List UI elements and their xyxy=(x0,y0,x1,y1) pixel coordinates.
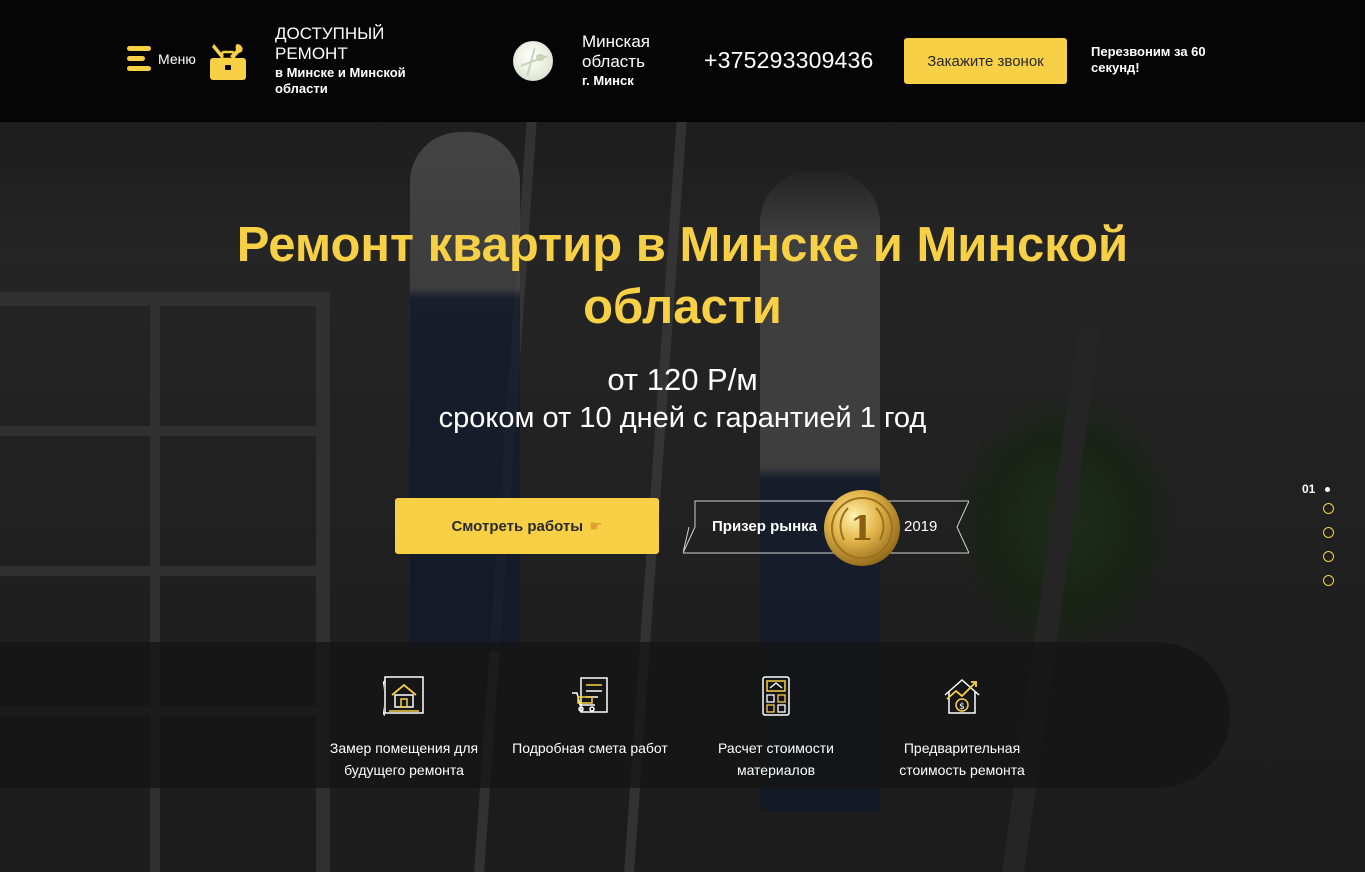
toolbox-logo-icon[interactable] xyxy=(208,42,248,82)
current-slide-number: 01 xyxy=(1302,482,1316,496)
medal-number: 1 xyxy=(850,509,874,549)
menu-label: Меню xyxy=(158,51,196,67)
gold-medal-icon: 1 xyxy=(824,490,900,566)
logo-title-line2: РЕМОНТ xyxy=(275,44,348,63)
region-map-icon xyxy=(513,41,553,81)
feature-label: Расчет стоимости материалов xyxy=(718,740,834,778)
award-year: 2019 xyxy=(904,518,938,535)
burger-menu-icon xyxy=(127,46,151,72)
pager-dot-5[interactable] xyxy=(1323,575,1334,586)
order-call-button[interactable]: Закажите звонок xyxy=(904,38,1067,84)
feature-preliminary-cost: $ Предварительная стоимость ремонта xyxy=(872,675,1052,781)
pager-dot-4[interactable] xyxy=(1323,551,1334,562)
site-header: Меню ДОСТУПНЫЙ РЕМОНТ в Минске и Минской… xyxy=(0,0,1365,122)
market-award-badge: Призер рынка 1 2019 xyxy=(683,490,969,566)
region-city: г. Минск xyxy=(582,73,634,88)
logo-text[interactable]: ДОСТУПНЫЙ РЕМОНТ в Минске и Минской обла… xyxy=(275,24,435,97)
hero-title: Ремонт квартир в Минске и Минской област… xyxy=(236,218,1129,334)
hero-price: от 120 Р/м xyxy=(607,362,758,397)
calculator-icon xyxy=(762,676,790,716)
pager-active-dot[interactable] xyxy=(1325,487,1330,492)
pointing-hand-icon: ☛ xyxy=(589,518,603,535)
feature-estimate: Подробная смета работ xyxy=(500,675,680,759)
pager-dot-2[interactable] xyxy=(1323,503,1334,514)
phone-link[interactable]: +375293309436 xyxy=(704,47,874,74)
feature-label: Предварительная стоимость ремонта xyxy=(899,740,1025,778)
estimate-document-icon xyxy=(572,677,608,713)
feature-materials: Расчет стоимости материалов xyxy=(686,675,866,781)
logo-title-line1: ДОСТУПНЫЙ xyxy=(275,24,385,43)
pager-dot-3[interactable] xyxy=(1323,527,1334,538)
hero-terms: сроком от 10 дней с гарантией 1 год xyxy=(438,402,927,434)
hero-section: Ремонт квартир в Минске и Минской област… xyxy=(0,122,1365,872)
award-label: Призер рынка xyxy=(712,518,817,535)
blueprint-house-icon xyxy=(383,676,424,716)
feature-measurement: Замер помещения для будущего ремонта xyxy=(314,675,494,781)
callback-note: Перезвоним за 60 секунд! xyxy=(1091,44,1206,75)
feature-label: Замер помещения для будущего ремонта xyxy=(329,740,479,778)
region-selector[interactable]: Минская область г. Минск xyxy=(582,32,692,89)
view-works-button[interactable]: Смотреть работы ☛ xyxy=(395,498,659,554)
feature-label: Подробная смета работ xyxy=(512,740,668,756)
price-growth-house-icon: $ xyxy=(944,678,980,714)
region-title-line2: область xyxy=(582,52,645,71)
svg-text:$: $ xyxy=(959,702,965,712)
region-title-line1: Минская xyxy=(582,32,651,51)
menu-button[interactable]: Меню xyxy=(127,46,196,72)
features-bar: Замер помещения для будущего ремонта Под… xyxy=(0,642,1230,788)
view-works-label: Смотреть работы xyxy=(451,517,584,535)
logo-subtitle: в Минске и Минской области xyxy=(275,65,406,96)
